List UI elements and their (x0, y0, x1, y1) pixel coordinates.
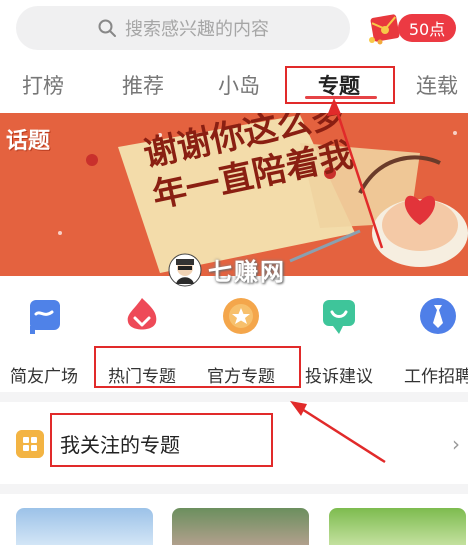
search-placeholder: 搜索感兴趣的内容 (125, 19, 269, 40)
flame-icon (127, 298, 157, 330)
shortcut-label: 简友广场 (10, 367, 78, 387)
tab-island[interactable]: 小岛 (218, 70, 260, 100)
annotation-box-shortcuts (94, 346, 301, 388)
topic-thumbnail[interactable] (172, 508, 309, 545)
tie-icon (420, 298, 456, 334)
flag-icon (30, 300, 60, 334)
points-label: 50点 (398, 14, 456, 42)
shortcut-feedback[interactable]: 投诉建议 (291, 292, 387, 387)
topic-thumbnail[interactable] (16, 508, 153, 545)
tab-recommend[interactable]: 推荐 (122, 70, 164, 100)
topic-thumbnail[interactable] (329, 508, 466, 545)
shortcut-jobs[interactable]: 工作招聘 (390, 292, 468, 387)
star-badge-icon (223, 298, 259, 334)
search-icon (98, 19, 116, 37)
section-divider (0, 484, 468, 494)
search-input[interactable]: 搜索感兴趣的内容 (16, 6, 350, 50)
annotation-box-tab (285, 66, 395, 104)
shortcut-label: 投诉建议 (305, 367, 373, 387)
chevron-right-icon: › (452, 432, 460, 456)
tab-serial[interactable]: 连载 (416, 70, 458, 100)
avatar-icon (168, 253, 202, 286)
shortcut-square[interactable]: 简友广场 (0, 292, 92, 387)
annotation-box-follow (50, 413, 273, 467)
watermark-text: 七赚网 (208, 258, 286, 286)
banner-tag: 话题 (6, 129, 51, 154)
section-divider (0, 392, 468, 402)
watermark: 七赚网 (168, 252, 286, 287)
tab-daban[interactable]: 打榜 (22, 70, 64, 100)
grid-icon (16, 430, 44, 458)
shortcut-label: 工作招聘 (404, 367, 468, 387)
chat-icon (323, 300, 355, 334)
top-tabs: 打榜 推荐 小岛 专题 连载 (0, 62, 468, 110)
points-badge[interactable]: 50点 (364, 8, 458, 48)
